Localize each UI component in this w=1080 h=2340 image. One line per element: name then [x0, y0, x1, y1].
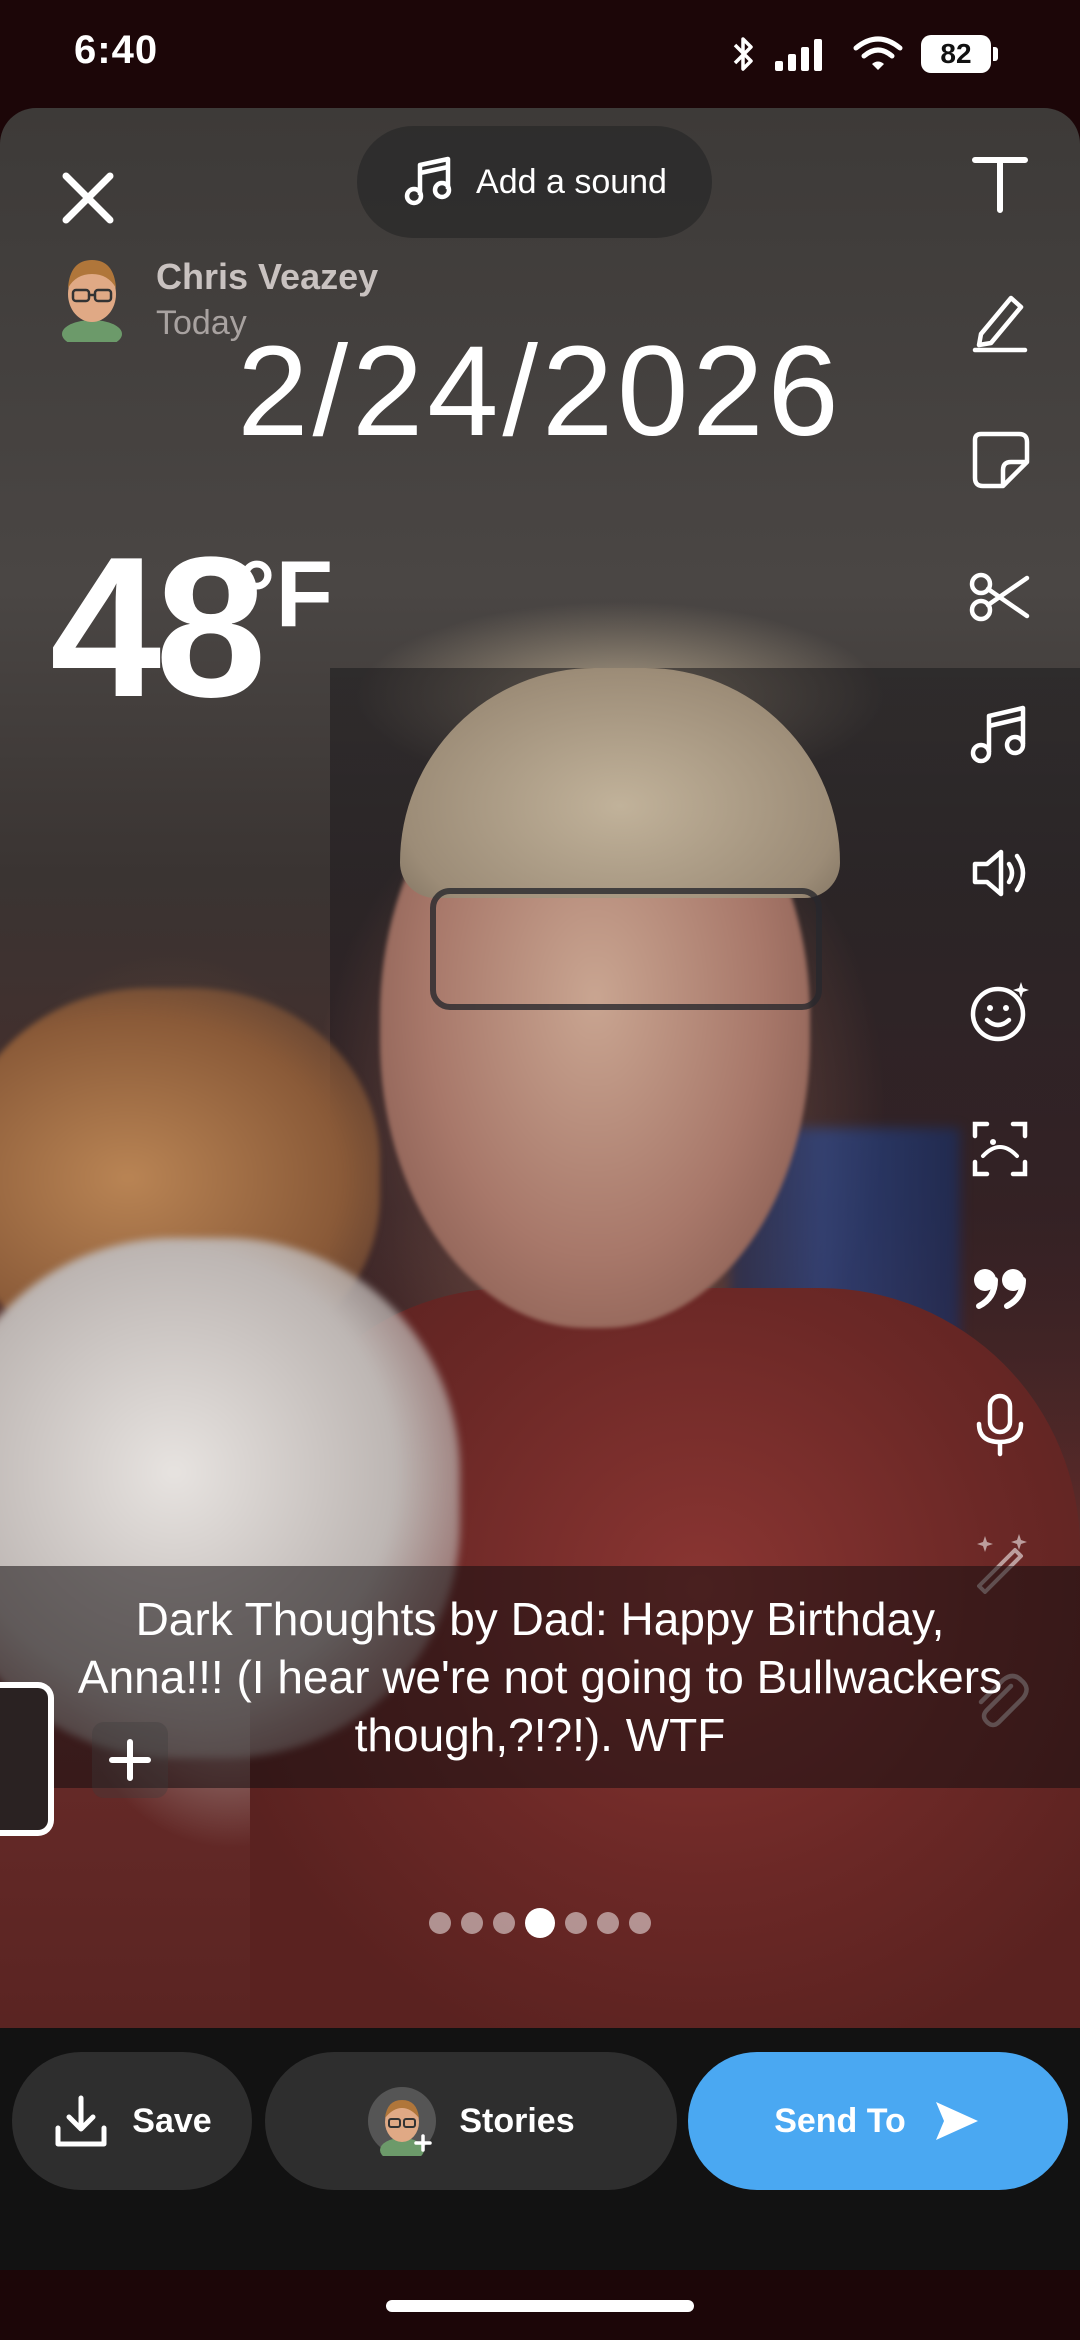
download-icon [55, 2095, 107, 2147]
user-name: Chris Veazey [156, 256, 379, 297]
draw-tool[interactable] [944, 276, 1056, 366]
temperature-unit: °F [238, 541, 334, 646]
microphone-icon [976, 1393, 1024, 1457]
add-sound-button[interactable]: Add a sound [357, 126, 712, 238]
bottom-action-bar: Save Stories Send To [0, 2028, 1080, 2270]
page-indicator [0, 1908, 1080, 1938]
send-to-label: Send To [774, 2101, 906, 2140]
cellular-signal-icon [775, 39, 822, 71]
add-media-button[interactable] [92, 1722, 168, 1798]
media-thumbnail[interactable] [0, 1682, 54, 1836]
page-dot [429, 1912, 451, 1934]
scissors-tool[interactable] [944, 552, 1056, 642]
wifi-icon [853, 36, 903, 70]
close-icon [62, 172, 114, 224]
lens-icon [970, 982, 1029, 1042]
lens-tool[interactable] [944, 966, 1056, 1056]
status-bar: 6:40 82 [0, 0, 1080, 108]
page-dot [493, 1912, 515, 1934]
stories-label: Stories [459, 2101, 575, 2140]
sticker-tool[interactable] [944, 414, 1056, 504]
home-indicator[interactable] [386, 2300, 694, 2312]
page-dot [461, 1912, 483, 1934]
sticker-icon [972, 431, 1030, 489]
battery-level: 82 [921, 35, 991, 73]
voice-tool[interactable] [944, 1380, 1056, 1470]
text-tool[interactable] [944, 138, 1056, 228]
sound-tool[interactable] [944, 828, 1056, 918]
text-icon [972, 157, 1028, 213]
page-dot [525, 1908, 555, 1938]
bluetooth-icon [733, 37, 753, 71]
caption-text: Dark Thoughts by Dad: Happy Birthday, An… [77, 1593, 1003, 1761]
scan-tool[interactable] [944, 1104, 1056, 1194]
pencil-icon [972, 295, 1028, 353]
status-icons: 82 [731, 32, 998, 76]
send-arrow-icon [935, 2102, 978, 2140]
save-button[interactable]: Save [12, 2052, 252, 2190]
add-sound-label: Add a sound [476, 162, 667, 201]
quote-icon [974, 1269, 1026, 1309]
page-dot [597, 1912, 619, 1934]
page-dot [565, 1912, 587, 1934]
save-label: Save [132, 2101, 212, 2140]
scissors-icon [969, 572, 1030, 622]
close-button[interactable] [58, 168, 118, 228]
sound-icon [972, 849, 1026, 897]
stories-button[interactable]: Stories [265, 2052, 677, 2190]
scan-icon [972, 1121, 1028, 1177]
music-tool[interactable] [944, 690, 1056, 780]
date-sticker[interactable]: 2/24/2026 [0, 318, 1080, 465]
send-to-button[interactable]: Send To [688, 2052, 1068, 2190]
music-note-icon [404, 156, 452, 206]
status-time: 6:40 [74, 28, 159, 72]
editing-toolbar [944, 138, 1056, 1794]
page-dot [629, 1912, 651, 1934]
plus-icon [109, 1739, 151, 1781]
temperature-sticker[interactable]: 48 [50, 528, 266, 728]
battery-icon: 82 [921, 35, 998, 73]
stories-avatar-icon [368, 2087, 437, 2156]
music-icon [970, 705, 1026, 764]
quote-tool[interactable] [944, 1242, 1056, 1332]
